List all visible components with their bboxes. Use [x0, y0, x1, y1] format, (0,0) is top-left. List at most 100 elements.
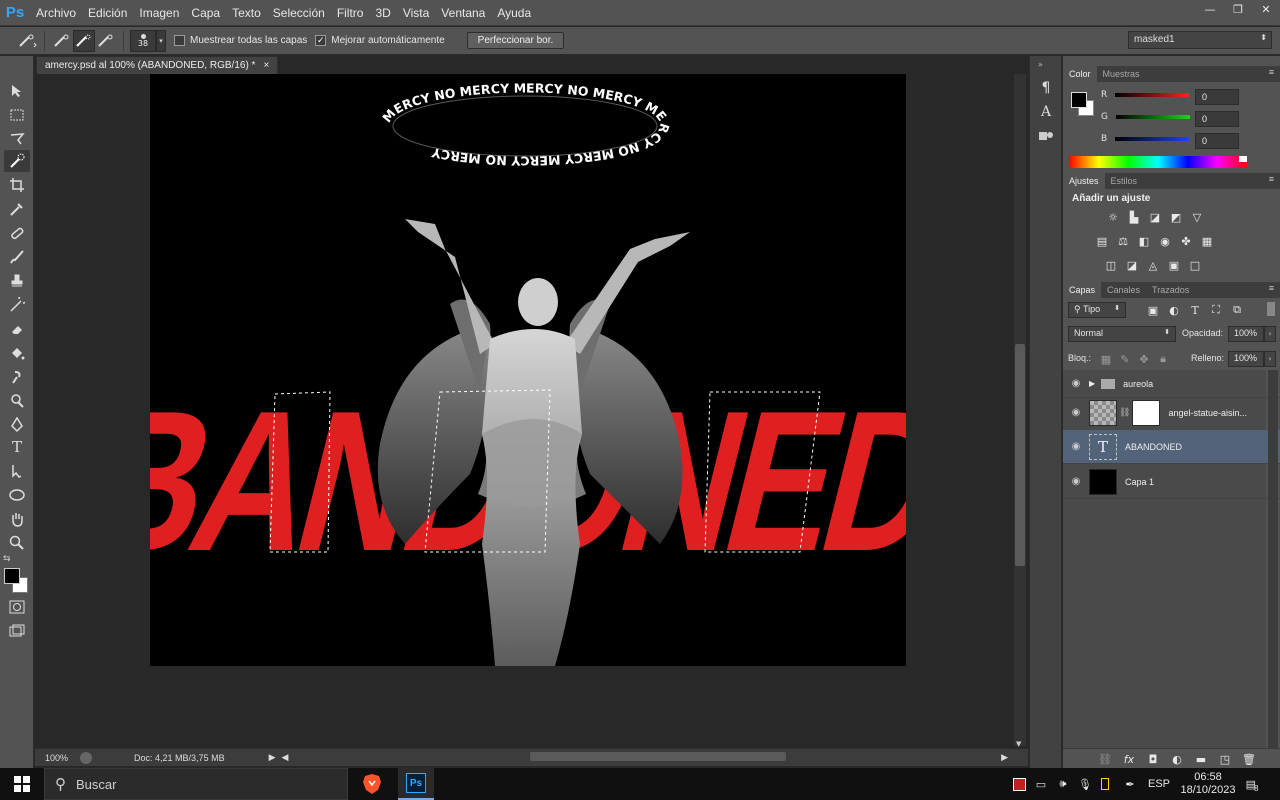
red-slider-track[interactable] — [1115, 93, 1190, 97]
lock-all-icon[interactable]: 🔒︎ — [1155, 352, 1171, 366]
blend-mode-select[interactable]: Normal ⬍ — [1068, 326, 1176, 342]
posterize-icon[interactable]: ◪ — [1124, 258, 1140, 272]
menu-3d[interactable]: 3D — [369, 6, 396, 20]
dodge-tool[interactable] — [4, 390, 30, 412]
tab-swatches[interactable]: Muestras — [1097, 66, 1146, 82]
collapse-arrows-icon[interactable]: » — [1038, 60, 1043, 69]
hand-tool[interactable] — [4, 508, 30, 530]
tool-presets-icon[interactable] — [1036, 126, 1056, 146]
scroll-right-arrow-icon[interactable]: ▶ — [1001, 752, 1008, 763]
character-panel-icon[interactable]: A — [1036, 102, 1056, 122]
notifications-button[interactable]: ▤ 8 — [1240, 768, 1264, 800]
move-tool[interactable] — [4, 80, 30, 102]
fill-dropdown[interactable]: › — [1264, 351, 1276, 367]
tab-adjustments[interactable]: Ajustes — [1063, 173, 1105, 189]
taskbar-brave-browser[interactable] — [354, 768, 390, 800]
gradient-map-icon[interactable]: ▣ — [1166, 258, 1182, 272]
lock-position-icon[interactable]: ✥ — [1136, 352, 1152, 366]
clock[interactable]: 06:58 18/10/2023 — [1180, 768, 1236, 800]
menu-edicion[interactable]: Edición — [82, 6, 133, 20]
subtract-selection-mode[interactable] — [95, 30, 117, 52]
menu-seleccion[interactable]: Selección — [267, 6, 331, 20]
mask-link-icon[interactable]: ⛓︎ — [1119, 407, 1130, 418]
healing-brush-tool[interactable] — [4, 222, 30, 244]
quick-mask-toggle[interactable] — [4, 596, 30, 618]
paragraph-panel-icon[interactable]: ¶ — [1036, 78, 1056, 98]
menu-vista[interactable]: Vista — [397, 6, 435, 20]
green-value-input[interactable]: 0 — [1195, 111, 1239, 127]
maximize-button[interactable]: ❐ — [1224, 0, 1252, 18]
fill-input[interactable]: 100% — [1228, 351, 1264, 367]
pen-tool[interactable] — [4, 414, 30, 436]
sample-all-layers-option[interactable]: Muestrear todas las capas — [174, 35, 307, 46]
add-mask-icon[interactable]: ◘ — [1145, 752, 1161, 766]
ellipse-tool[interactable] — [4, 484, 30, 506]
vertical-scroll-thumb[interactable] — [1015, 344, 1025, 566]
filter-shape-icon[interactable]: ⛶ — [1208, 303, 1224, 317]
menu-imagen[interactable]: Imagen — [133, 6, 185, 20]
new-selection-mode[interactable] — [51, 30, 73, 52]
photo-filter-icon[interactable]: ◉ — [1157, 234, 1173, 248]
layer-row-angel-statue[interactable]: ◉ ⛓︎ angel-statue-aisin... — [1063, 395, 1280, 431]
sample-all-layers-checkbox[interactable] — [174, 35, 185, 46]
microphone-icon[interactable]: 🎙︎ — [1076, 768, 1094, 800]
tab-channels[interactable]: Canales — [1101, 282, 1146, 298]
brush-size-dropdown[interactable]: ▾ — [156, 29, 166, 52]
close-tab-icon[interactable]: × — [263, 60, 269, 71]
type-tool[interactable]: T — [4, 436, 30, 458]
pen-workspace-icon[interactable]: ✒︎ — [1120, 768, 1140, 800]
filter-toggle-icon[interactable] — [1267, 302, 1275, 316]
lock-image-icon[interactable]: ✎ — [1117, 352, 1133, 366]
layer-row-aureola[interactable]: ◉ ▶ aureola — [1063, 370, 1280, 398]
layer-style-icon[interactable]: fx — [1121, 752, 1137, 766]
scroll-down-arrow-icon[interactable]: ▼ — [1016, 740, 1021, 748]
visibility-eye-icon[interactable]: ◉ — [1063, 407, 1089, 418]
opacity-input[interactable]: 100% — [1228, 326, 1264, 342]
lasso-tool[interactable] — [4, 128, 30, 150]
tab-color[interactable]: Color — [1063, 66, 1097, 82]
filter-type-icon[interactable]: T — [1187, 303, 1203, 317]
color-lookup-icon[interactable]: ▦ — [1199, 234, 1215, 248]
channel-mixer-icon[interactable]: ✤ — [1178, 234, 1194, 248]
menu-texto[interactable]: Texto — [226, 6, 267, 20]
tab-layers[interactable]: Capas — [1063, 282, 1102, 298]
opacity-dropdown[interactable]: › — [1264, 326, 1276, 342]
status-expand-arrow-icon[interactable]: ▶ — [269, 752, 276, 763]
battery-icon[interactable] — [1098, 768, 1112, 800]
document-tab[interactable]: amercy.psd al 100% (ABANDONED, RGB/16) *… — [36, 56, 279, 74]
brightness-contrast-icon[interactable]: ☼ — [1105, 210, 1121, 224]
minimize-button[interactable]: — — [1196, 0, 1224, 18]
green-slider-track[interactable] — [1115, 115, 1190, 119]
workspace-preset-select[interactable]: masked1 ⬍ — [1128, 31, 1272, 49]
visibility-eye-icon[interactable]: ◉ — [1063, 476, 1089, 487]
tab-paths[interactable]: Trazados — [1146, 282, 1195, 298]
swap-colors-icon[interactable]: ⇆ — [3, 554, 11, 564]
new-layer-icon[interactable]: ◳ — [1217, 752, 1233, 766]
new-group-icon[interactable]: ▬ — [1193, 752, 1209, 766]
taskbar-search[interactable]: ⚲ Buscar — [44, 768, 348, 800]
link-layers-icon[interactable]: ⛓︎ — [1097, 752, 1113, 766]
history-brush-tool[interactable] — [4, 294, 30, 316]
marquee-tool[interactable] — [4, 104, 30, 126]
threshold-icon[interactable]: ◬ — [1145, 258, 1161, 272]
scroll-left-arrow-icon[interactable]: ◀ — [282, 752, 289, 763]
delete-layer-icon[interactable]: 🗑︎ — [1241, 752, 1257, 766]
panel-menu-icon[interactable]: ≡ — [1269, 67, 1274, 77]
filter-smart-object-icon[interactable]: ⧉ — [1229, 303, 1245, 317]
add-selection-mode[interactable] — [73, 29, 95, 52]
language-indicator[interactable]: ESP — [1146, 768, 1172, 800]
levels-icon[interactable]: ▙ — [1126, 210, 1142, 224]
network-icon[interactable]: ▭ — [1032, 768, 1050, 800]
green-channel-slider[interactable]: G — [1101, 112, 1190, 122]
visibility-eye-icon[interactable]: ◉ — [1063, 441, 1089, 452]
security-tray-icon[interactable] — [1010, 768, 1028, 800]
crop-tool[interactable] — [4, 174, 30, 196]
color-foreground-swatch[interactable] — [1071, 92, 1087, 108]
menu-capa[interactable]: Capa — [185, 6, 226, 20]
menu-filtro[interactable]: Filtro — [331, 6, 370, 20]
panel-menu-icon[interactable]: ≡ — [1269, 283, 1274, 293]
quick-selection-tool[interactable] — [4, 150, 30, 172]
eraser-tool[interactable] — [4, 318, 30, 340]
curves-icon[interactable]: ◪ — [1147, 210, 1163, 224]
filter-adjustment-icon[interactable]: ◐ — [1166, 303, 1182, 317]
